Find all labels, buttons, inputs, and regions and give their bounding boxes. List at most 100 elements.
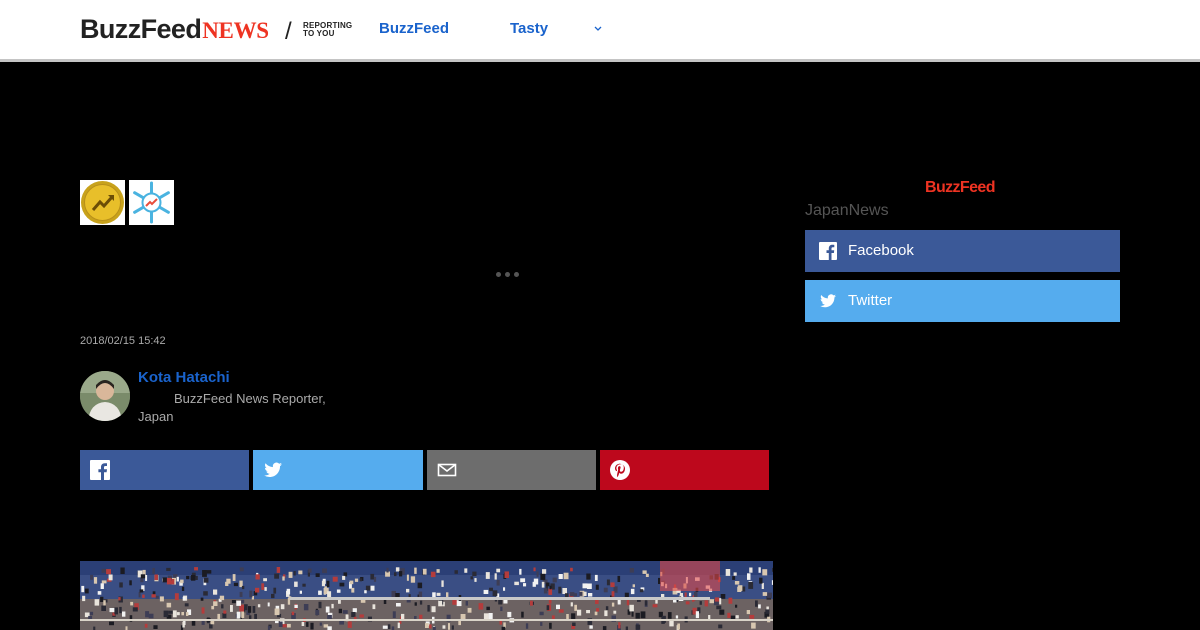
crowd-speck (291, 611, 295, 616)
crowd-speck (414, 602, 417, 606)
crowd-speck (596, 608, 600, 612)
crowd-speck (606, 579, 610, 586)
crowd-speck (589, 625, 593, 629)
crowd-speck (248, 606, 252, 613)
crowd-speck (464, 568, 468, 573)
crowd-speck (282, 576, 285, 581)
crowd-speck (319, 622, 322, 626)
crowd-speck (303, 604, 309, 611)
crowd-speck (579, 591, 583, 596)
crowd-speck (417, 582, 423, 589)
crowd-speck (287, 623, 291, 628)
crowd-speck (536, 571, 539, 577)
crowd-speck (299, 590, 302, 594)
buzzfeed-news-logo[interactable]: BuzzFeed NEWS / REPORTING TO YOU (80, 14, 352, 45)
crowd-speck (359, 578, 362, 582)
crowd-speck (442, 625, 446, 629)
crowd-speck (132, 607, 138, 612)
follow-twitter-button[interactable]: Twitter (805, 280, 1120, 322)
crowd-speck (273, 587, 277, 594)
crowd-speck (106, 569, 111, 575)
crowd-speck (570, 567, 573, 572)
crowd-speck (387, 624, 391, 629)
crowd-speck (496, 568, 501, 573)
crowd-speck (152, 568, 155, 575)
crowd-speck (751, 622, 756, 629)
crowd-speck (709, 599, 714, 604)
article-timestamp: 2018/02/15 15:42 (80, 335, 166, 347)
crowd-speck (695, 611, 699, 619)
crowd-speck (166, 567, 171, 571)
crowd-speck (521, 611, 524, 618)
crowd-speck (278, 621, 283, 627)
crowd-speck (472, 571, 477, 576)
crowd-speck (767, 592, 772, 598)
crowd-speck (749, 614, 755, 619)
crowd-speck (372, 604, 376, 610)
crowd-speck (241, 599, 245, 604)
crowd-speck (221, 604, 224, 609)
loading-dot (514, 272, 519, 277)
crowd-speck (525, 623, 529, 629)
badge-trending-snowflake[interactable] (129, 180, 174, 225)
crowd-speck (594, 611, 598, 616)
crowd-speck (574, 593, 577, 597)
follow-facebook-button[interactable]: Facebook (805, 230, 1120, 272)
author-name-link[interactable]: Kota Hatachi (138, 369, 230, 386)
crowd-speck (632, 584, 635, 588)
crowd-speck (452, 599, 457, 605)
nav-link-tasty[interactable]: Tasty (510, 20, 548, 37)
crowd-speck (306, 622, 309, 627)
crowd-speck (410, 576, 416, 583)
crowd-speck (233, 582, 238, 587)
nav-link-buzzfeed[interactable]: BuzzFeed (379, 20, 449, 37)
share-facebook-button[interactable] (80, 450, 249, 490)
share-email-button[interactable] (427, 450, 596, 490)
share-pinterest-button[interactable] (600, 450, 769, 490)
crowd-speck (419, 614, 423, 620)
crowd-speck (294, 604, 298, 608)
mail-icon (437, 463, 457, 477)
share-twitter-button[interactable] (253, 450, 423, 490)
crowd-speck (241, 585, 245, 590)
crowd-speck (180, 579, 184, 584)
crowd-speck (271, 593, 275, 599)
crowd-speck (219, 595, 225, 601)
chevron-down-icon[interactable] (593, 22, 603, 34)
crowd-speck (82, 595, 86, 602)
crowd-speck (543, 588, 548, 594)
crowd-speck (746, 610, 750, 615)
crowd-speck (201, 607, 205, 614)
crowd-speck (181, 586, 185, 591)
crowd-speck (610, 582, 615, 588)
crowd-speck (103, 600, 106, 606)
crowd-speck (474, 578, 477, 582)
crowd-speck (153, 625, 158, 629)
crowd-speck (488, 613, 493, 620)
crowd-speck (267, 602, 270, 607)
crowd-speck (542, 569, 547, 574)
crowd-speck (274, 573, 279, 579)
crowd-speck (184, 603, 189, 607)
crowd-speck (236, 600, 241, 606)
crowd-speck (310, 622, 314, 630)
crowd-speck (226, 578, 231, 584)
crowd-speck (81, 585, 85, 593)
top-navigation-bar: BuzzFeed NEWS / REPORTING TO YOU BuzzFee… (0, 0, 1200, 62)
crowd-speck (603, 587, 608, 593)
crowd-speck (588, 593, 593, 597)
author-avatar[interactable] (80, 371, 130, 421)
crowd-speck (257, 604, 261, 608)
crowd-speck (586, 573, 591, 580)
crowd-speck (244, 604, 248, 611)
crowd-speck (108, 574, 113, 581)
crowd-speck (182, 621, 185, 628)
crowd-speck (761, 582, 764, 589)
crowd-speck (483, 589, 489, 594)
trending-badge-icon (81, 181, 124, 224)
badge-trending-gold[interactable] (80, 180, 125, 225)
author-title: BuzzFeed News Reporter, Japan (138, 391, 326, 424)
crowd-speck (144, 623, 148, 628)
crowd-speck (519, 568, 522, 575)
crowd-speck (254, 613, 257, 620)
